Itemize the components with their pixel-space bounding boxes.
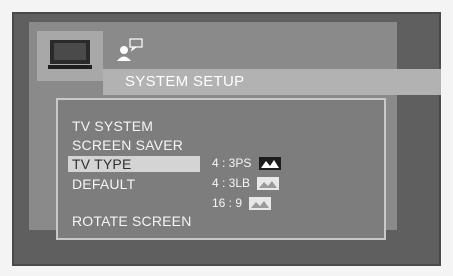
option-label: 16 : 9: [212, 196, 243, 210]
menu-item-tv-system[interactable]: TV SYSTEM: [72, 118, 153, 134]
page-title: SYSTEM SETUP: [125, 73, 245, 90]
letterbox-thumbnail: [257, 177, 280, 191]
menu-item-tv-type[interactable]: TV TYPE: [68, 156, 200, 172]
widescreen-thumbnail: [249, 197, 272, 211]
monitor-icon: [48, 40, 92, 69]
tab-user[interactable]: [112, 35, 152, 67]
option-label: 4 : 3LB: [212, 176, 251, 190]
option-16-9[interactable]: 16 : 9: [212, 196, 272, 211]
title-bar: SYSTEM SETUP: [103, 69, 441, 95]
menu-item-screen-saver[interactable]: SCREEN SAVER: [72, 137, 183, 153]
option-label: 4 : 3PS: [212, 156, 252, 170]
menu-item-rotate-screen[interactable]: ROTATE SCREEN: [72, 213, 192, 229]
user-speech-icon: [117, 38, 143, 61]
option-4-3ps[interactable]: 4 : 3PS: [212, 156, 281, 171]
pan-scan-thumbnail: [258, 157, 281, 171]
tab-system[interactable]: [37, 31, 103, 81]
option-4-3lb[interactable]: 4 : 3LB: [212, 176, 280, 191]
menu-item-default[interactable]: DEFAULT: [72, 176, 135, 192]
